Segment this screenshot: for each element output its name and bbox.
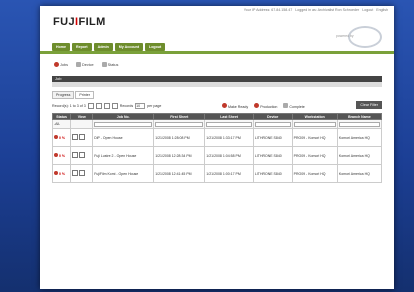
browser-page: Your IP Address: 67.84.158.47 Logged in … [40,6,394,289]
table-row[interactable]: 0 % Fuji Lustre 2 - Open House 1/21/2008… [51,146,383,165]
view-icon[interactable] [72,134,79,140]
nav-home[interactable]: Home [52,43,70,51]
tab-progress[interactable]: Progress [52,91,75,99]
nav-divider [40,51,394,54]
status-icon [54,135,58,139]
last-sheet: 1/21/2008 1:04:58 PM [204,146,254,165]
legend-complete: Complete [283,103,305,109]
job-panel: Job Progress Printer Record(s): 1 to 3 o… [51,76,383,286]
next-page-icon[interactable] [103,103,110,109]
first-sheet: 1/21/2008 12:28:34 PM [153,146,206,165]
nav-my-account[interactable]: My Account [114,43,144,51]
job-name[interactable]: DiP - Open House [92,128,155,147]
status-icon [54,153,58,157]
pagination: Record(s): 1 to 3 of 3 Records 10 per pa… [52,103,161,109]
fujifilm-logo: FUJIFILM [53,16,106,28]
top-status-bar: Your IP Address: 67.84.158.47 Logged in … [242,8,388,12]
device-button[interactable]: Device [76,62,94,67]
production-icon [254,103,260,108]
panel-subheader [52,82,382,87]
filter-status[interactable]: -All- [51,119,72,129]
tab-printer[interactable]: Printer [75,91,94,99]
job-name[interactable]: FujiFilm Komi - Open House [92,164,155,183]
first-sheet: 1/21/2008 12:41:45 PM [153,164,206,183]
first-sheet: 1/21/2008 1:28:08 PM [153,128,206,147]
workstation: PRO09 - Komori HQ [291,164,338,183]
filter-row: -All- [51,119,383,129]
branch: Komori America HQ [336,146,383,165]
per-page-label: per page [147,104,162,108]
view-detail-icon[interactable] [79,152,86,158]
device: LITHRONE S840 [252,164,293,183]
powered-by-text: powered by [336,34,354,38]
legend-production: Production [254,103,277,109]
view-icon[interactable] [72,170,79,176]
status-legend: Make Ready Production Complete [222,103,305,109]
complete-icon [283,103,289,108]
last-sheet: 1/21/2008 1:33:17 PM [204,128,254,147]
powered-by-logo: powered by [336,26,382,48]
device-icon [76,62,82,67]
first-page-icon[interactable] [87,103,94,109]
section-toolbar: Jobs Device Status [54,62,118,67]
filter-job-input[interactable] [94,121,153,127]
records-label: Records [119,104,134,108]
per-page-select[interactable]: 10 [135,103,146,109]
status-icon [101,62,107,67]
last-page-icon[interactable] [111,103,118,109]
device: LITHRONE S840 [252,128,293,147]
status-percent: 0 % [59,136,66,140]
nav-logout[interactable]: Logout [145,43,166,51]
workstation: PRO09 - Komori HQ [291,128,338,147]
job-name[interactable]: Fuji Lustre 2 - Open House [92,146,155,165]
status-label: Status [107,62,119,67]
branch: Komori America HQ [336,128,383,147]
status-icon [54,171,58,175]
view-detail-icon[interactable] [79,170,86,176]
nav-report[interactable]: Report [72,43,92,51]
english-link[interactable]: English [376,8,388,12]
status-percent: 0 % [59,172,66,176]
view-icon[interactable] [72,152,79,158]
logged-in-text: Logged in as: Archivalist Ron Schroeder [295,8,360,12]
view-detail-icon[interactable] [79,134,86,140]
jobs-table: Status View Job No. First Sheet Last She… [51,113,383,183]
prev-page-icon[interactable] [95,103,102,109]
device: LITHRONE S840 [252,146,293,165]
tab-bar: Progress Printer [52,91,382,99]
legend-make-ready: Make Ready [222,103,248,109]
jobs-icon [54,62,59,67]
desktop-background: Your IP Address: 67.84.158.47 Logged in … [0,0,414,292]
table-row[interactable]: 0 % DiP - Open House 1/21/2008 1:28:08 P… [51,128,383,147]
filter-device-input[interactable] [254,121,291,127]
branch: Komori America HQ [336,164,383,183]
filter-branch-input[interactable] [338,121,380,127]
last-sheet: 1/21/2008 1:00:17 PM [204,164,254,183]
filter-ws-input[interactable] [293,121,336,127]
jobs-label: Jobs [60,62,69,67]
jobs-button[interactable]: Jobs [54,62,68,67]
filter-view [70,119,94,129]
status-percent: 0 % [59,154,66,158]
table-row[interactable]: 0 % FujiFilm Komi - Open House 1/21/2008… [51,164,383,183]
nav-admin[interactable]: Admin [93,43,113,51]
table-controls: Record(s): 1 to 3 of 3 Records 10 per pa… [52,101,382,111]
device-label: Device [82,62,94,67]
main-nav: Home Report Admin My Account Logout [52,43,166,51]
make-ready-icon [222,103,227,108]
ip-text: Your IP Address: 67.84.158.47 [243,8,293,12]
workstation: PRO09 - Komori HQ [291,146,338,165]
logout-link[interactable]: Logout [362,8,373,12]
filter-first-input[interactable] [155,121,204,127]
filter-last-input[interactable] [206,121,252,127]
status-button[interactable]: Status [101,62,119,67]
records-count: Record(s): 1 to 3 of 3 [52,104,86,108]
clear-filter-button[interactable]: Clear Filter [356,101,382,109]
